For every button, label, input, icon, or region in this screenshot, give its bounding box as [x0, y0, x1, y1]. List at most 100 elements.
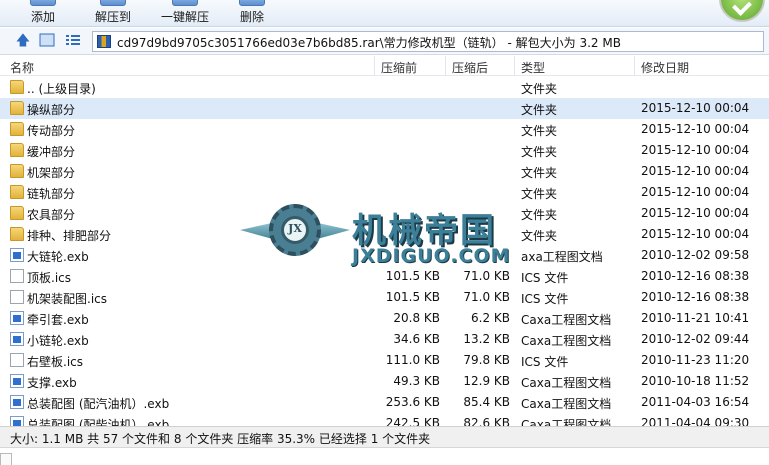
file-packed-size: 71.0 KB [463, 290, 510, 304]
add-button[interactable]: 添加 [18, 0, 68, 26]
file-type: 文件夹 [521, 82, 558, 96]
file-row[interactable]: .. (上级目录) 文件夹 [0, 77, 769, 98]
view-icons-icon[interactable] [38, 33, 56, 49]
column-type[interactable]: 类型 [521, 59, 545, 76]
watermark-badge: JX [288, 222, 302, 235]
delete-button-label: 删除 [239, 10, 264, 24]
file-row[interactable]: 机架装配图.ics 101.5 KB 71.0 KB ICS 文件 2010-12-16… [0, 287, 769, 308]
exb-file-icon [10, 374, 24, 388]
file-row[interactable]: 右壁板.ics 111.0 KB 79.8 KB ICS 文件 2010-11-23 1… [0, 350, 769, 371]
file-date: 2015-12-10 00:04 [641, 185, 750, 199]
file-row[interactable]: 牵引套.exb 20.8 KB 6.2 KB Caxa工程图文档 2010-11-21 … [0, 308, 769, 329]
file-packed-size: 13.2 KB [463, 332, 510, 346]
bottom-tab[interactable] [0, 453, 12, 465]
file-type: 文件夹 [521, 124, 558, 138]
file-type: Caxa工程图文档 [521, 376, 612, 390]
file-name: 小链轮.exb [27, 334, 89, 348]
file-date: 2010-12-16 08:38 [641, 290, 750, 304]
folder-icon [10, 143, 24, 157]
column-modified[interactable]: 修改日期 [641, 59, 689, 76]
column-divider[interactable] [514, 56, 515, 76]
file-name: 机架部分 [27, 166, 76, 180]
exb-file-icon [10, 395, 24, 409]
watermark-site: JXDIGUO.COM [352, 245, 511, 267]
folder-icon [10, 206, 24, 220]
file-row[interactable]: 总装配图 (配柴油机）.exb 242.5 KB 82.6 KB Caxa工程图文档 2… [0, 413, 769, 426]
file-row[interactable]: 支撑.exb 49.3 KB 12.9 KB Caxa工程图文档 2010-10-18 … [0, 371, 769, 392]
file-size: 34.6 KB [393, 332, 440, 346]
file-type: 文件夹 [521, 103, 558, 117]
column-name[interactable]: 名称 [10, 59, 34, 76]
file-date: 2015-12-10 00:04 [641, 206, 750, 220]
file-packed-size: 85.4 KB [463, 395, 510, 409]
column-divider[interactable] [445, 56, 446, 76]
file-name: 右壁板.ics [27, 355, 83, 369]
extract-to-button[interactable]: 解压到 [88, 0, 138, 26]
add-icon [30, 0, 56, 6]
file-size: 49.3 KB [393, 374, 440, 388]
file-name: 农具部分 [27, 208, 76, 222]
one-click-extract-button[interactable]: 一键解压 [155, 0, 215, 26]
one-click-extract-icon [172, 0, 198, 6]
file-date: 2010-12-16 08:38 [641, 269, 750, 283]
file-packed-size: 12.9 KB [463, 374, 510, 388]
file-row[interactable]: 机架部分 文件夹 2015-12-10 00:04 [0, 161, 769, 182]
file-date: 2015-12-10 00:04 [641, 101, 750, 115]
file-row[interactable]: 总装配图 (配汽油机）.exb 253.6 KB 85.4 KB Caxa工程图文档 2… [0, 392, 769, 413]
file-type: ICS 文件 [521, 292, 569, 306]
file-date: 2015-12-10 00:04 [641, 227, 750, 241]
file-name: 支撑.exb [27, 376, 77, 390]
column-divider[interactable] [634, 56, 635, 76]
exb-file-icon [10, 311, 24, 325]
folder-icon [10, 185, 24, 199]
extract-to-button-label: 解压到 [94, 10, 131, 24]
file-date: 2010-12-02 09:58 [641, 248, 750, 262]
delete-icon [239, 0, 265, 6]
file-date: 2011-04-04 09:30 [641, 416, 750, 426]
folder-icon [10, 122, 24, 136]
file-name: 操纵部分 [27, 103, 76, 117]
security-shield-icon[interactable] [719, 0, 765, 22]
file-date: 2010-12-02 09:44 [641, 332, 750, 346]
rar-archive-icon [97, 35, 111, 48]
file-row[interactable]: 操纵部分 文件夹 2015-12-10 00:04 [0, 98, 769, 119]
file-type: ICS 文件 [521, 355, 569, 369]
folder-icon [10, 101, 24, 115]
status-text: 大小: 1.1 MB 共 57 个文件和 8 个文件夹 压缩率 35.3% 已经… [10, 432, 431, 446]
delete-button[interactable]: 删除 [230, 0, 274, 26]
folder-icon [10, 227, 24, 241]
file-date: 2010-11-21 10:41 [641, 311, 750, 325]
view-list-icon[interactable] [64, 33, 82, 49]
file-type: Caxa工程图文档 [521, 397, 612, 411]
file-row[interactable]: 缓冲部分 文件夹 2015-12-10 00:04 [0, 140, 769, 161]
file-size: 242.5 KB [385, 416, 440, 426]
file-row[interactable]: 链轨部分 文件夹 2015-12-10 00:04 [0, 182, 769, 203]
column-divider[interactable] [374, 56, 375, 76]
column-packed[interactable]: 压缩后 [452, 59, 488, 76]
file-type: 文件夹 [521, 166, 558, 180]
up-arrow-icon[interactable]: 🡅 [14, 33, 32, 49]
file-date: 2015-12-10 00:04 [641, 164, 750, 178]
path-field[interactable]: cd97d9bd9705c3051766ed03e7b6bd85.rar\常力修… [92, 31, 764, 52]
address-bar: 🡅 cd97d9bd9705c3051766ed03e7b6bd85.rar\常… [0, 28, 769, 55]
file-row[interactable]: 小链轮.exb 34.6 KB 13.2 KB Caxa工程图文档 2010-12-02… [0, 329, 769, 350]
ics-file-icon [10, 353, 24, 367]
file-packed-size: 79.8 KB [463, 353, 510, 367]
toolbar: 添加 解压到 一键解压 删除 [0, 0, 769, 27]
file-date: 2015-12-10 00:04 [641, 143, 750, 157]
file-name: 传动部分 [27, 124, 76, 138]
file-packed-size: 6.2 KB [471, 311, 510, 325]
file-row[interactable]: 传动部分 文件夹 2015-12-10 00:04 [0, 119, 769, 140]
bottom-strip [0, 447, 769, 465]
file-size: 111.0 KB [385, 353, 440, 367]
file-name: 大链轮.exb [27, 250, 89, 264]
exb-file-icon [10, 332, 24, 346]
file-date: 2015-12-10 00:04 [641, 122, 750, 136]
file-type: Caxa工程图文档 [521, 334, 612, 348]
ics-file-icon [10, 269, 24, 283]
exb-file-icon [10, 416, 24, 426]
add-button-label: 添加 [30, 10, 55, 24]
column-compressed[interactable]: 压缩前 [381, 59, 417, 76]
file-name: 缓冲部分 [27, 145, 76, 159]
file-type: Caxa工程图文档 [521, 313, 612, 327]
